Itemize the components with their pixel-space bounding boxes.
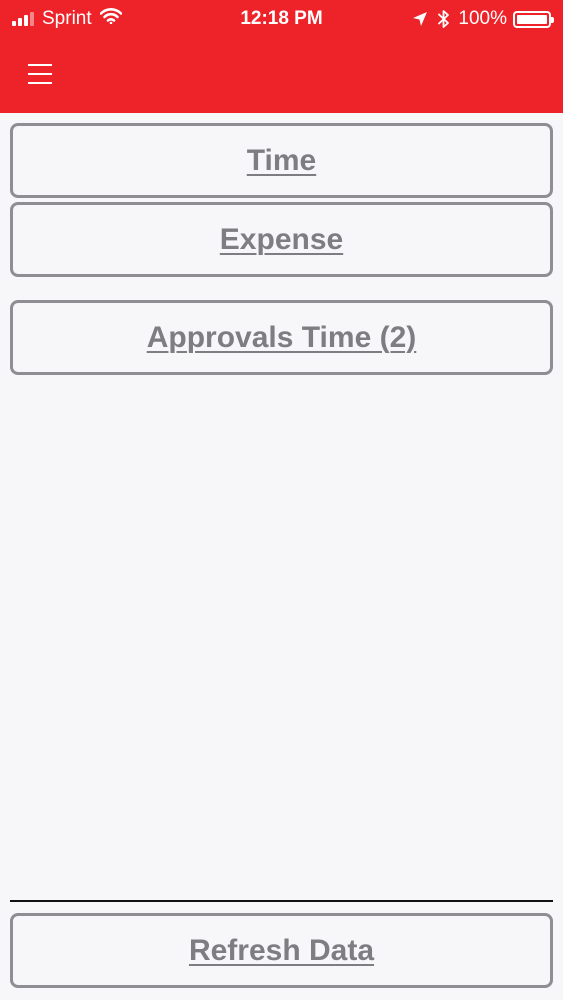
hamburger-menu-icon[interactable] [26, 60, 56, 88]
time-button[interactable]: Time [10, 123, 553, 198]
carrier-name: Sprint [42, 8, 92, 29]
approvals-time-button-label: Approvals Time (2) [146, 320, 417, 354]
battery-icon [513, 10, 554, 28]
expense-button-label: Expense [219, 222, 344, 256]
cellular-signal-icon [12, 12, 36, 26]
approvals-time-button[interactable]: Approvals Time (2) [10, 300, 553, 375]
refresh-data-button-label: Refresh Data [188, 933, 375, 967]
expense-button[interactable]: Expense [10, 202, 553, 277]
status-bar: Sprint 12:18 PM 100% [0, 0, 563, 38]
bluetooth-icon [438, 9, 450, 29]
wifi-icon [99, 8, 122, 30]
location-arrow-icon [412, 11, 428, 27]
time-button-label: Time [246, 143, 317, 177]
battery-percentage: 100% [458, 8, 507, 29]
app-header: Sprint 12:18 PM 100% [0, 0, 563, 113]
footer-divider [10, 900, 553, 902]
status-right: 100% [402, 8, 554, 30]
refresh-data-button[interactable]: Refresh Data [10, 913, 553, 988]
status-left: Sprint [12, 8, 122, 30]
